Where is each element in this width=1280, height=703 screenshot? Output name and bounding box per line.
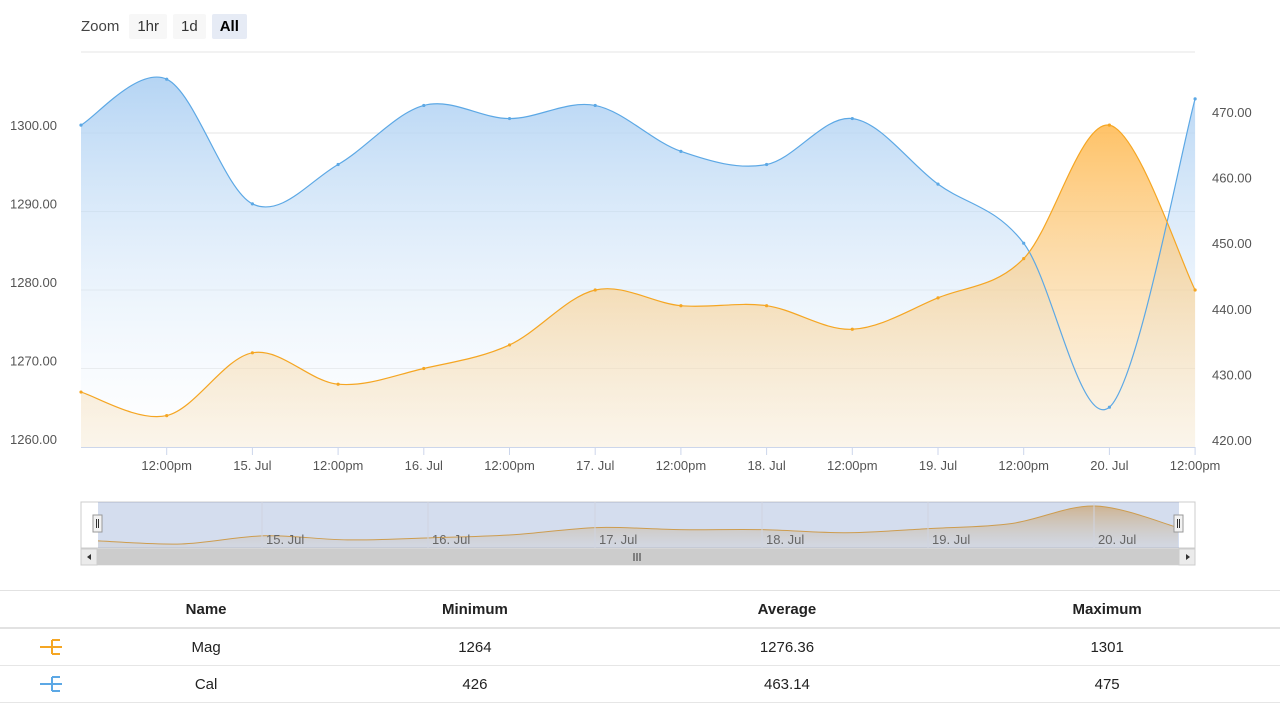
cal-point [79,123,83,127]
cal-point [1107,405,1111,409]
x-tick-label: 12:00pm [827,458,878,473]
x-tick-label: 17. Jul [576,458,614,473]
navigator-left-handle[interactable] [92,514,103,533]
mag-point [765,304,769,308]
header-maximum: Maximum [934,590,1280,629]
row-max: 475 [934,665,1280,703]
header-average: Average [639,590,935,629]
cal-point [422,103,426,108]
mag-point [679,304,683,308]
table-header-row: Name Minimum Average Maximum [0,590,1280,629]
x-tick-label: 19. Jul [919,458,957,473]
navigator-label: 15. Jul [266,532,304,547]
cal-point [250,202,254,206]
chart: 12:00pm 15. Jul 12:00pm 16. Jul 12:00pm 17. J… [10,51,1252,566]
mag-point [79,390,83,394]
mag-point [422,366,426,371]
cal-point [850,116,854,121]
x-tick-label: 12:00pm [141,458,192,473]
header-name: Name [102,590,311,629]
y-right-tick-label: 420.00 [1212,433,1252,448]
cal-point [1022,241,1026,245]
x-tick-label: 12:00pm [313,458,364,473]
x-tick-label: 20. Jul [1090,458,1128,473]
cal-point [507,116,512,121]
x-tick-label: 12:00pm [998,458,1049,473]
scrollbar-thumb [97,549,1179,565]
row-max: 1301 [934,628,1280,666]
y-right-tick-label: 450.00 [1212,236,1252,251]
y-right-tick-label: 440.00 [1212,302,1252,317]
x-tick-label: 12:00pm [1170,458,1221,473]
mag-point [593,288,597,292]
navigator-label: 19. Jul [932,532,970,547]
x-tick-label: 12:00pm [484,458,535,473]
mag-point [165,414,169,418]
y-left-tick-label: 1270.00 [10,354,57,369]
cal-point [336,162,340,167]
cal-point [679,149,683,153]
header-minimum: Minimum [310,590,640,629]
row-avg: 463.14 [639,665,935,703]
mag-point [936,296,940,300]
y-left-tick-label: 1280.00 [10,275,57,290]
x-tick-label: 18. Jul [747,458,785,473]
y-right-tick-label: 430.00 [1212,367,1252,382]
x-tick-label: 15. Jul [233,458,271,473]
mag-point [1022,257,1026,261]
row-min: 1264 [310,628,640,666]
table-row: Mag 1264 1276.36 1301 [0,628,1280,666]
table-row: Cal 426 463.14 475 [0,665,1280,703]
cal-point [765,162,769,167]
mag-point [1193,288,1197,292]
blue-series-icon [40,676,62,692]
row-name: Mag [102,628,311,666]
row-avg: 1276.36 [639,628,935,666]
navigator-label: 20. Jul [1098,532,1136,547]
navigator-label: 17. Jul [599,532,637,547]
mag-point [507,343,512,347]
y-right-tick-label: 470.00 [1212,105,1252,120]
cal-point [936,182,940,186]
row-min: 426 [310,665,640,703]
navigator-mask [98,502,1179,548]
x-tick-label: 12:00pm [656,458,707,473]
orange-series-icon [40,639,62,655]
y-left-tick-label: 1300.00 [10,118,57,133]
stats-table: Name Minimum Average Maximum Mag 1264 12… [0,590,1280,703]
y-left-tick-label: 1290.00 [10,197,57,212]
cal-point [165,77,169,81]
y-left-tick-label: 1260.00 [10,432,57,447]
x-tick-label: 16. Jul [405,458,443,473]
navigator-label: 16. Jul [432,532,470,547]
cal-point [593,103,597,108]
mag-point [336,382,340,386]
mag-point [1107,123,1111,127]
y-right-tick-label: 460.00 [1212,171,1252,186]
navigator-label: 18. Jul [766,532,804,547]
cal-point [1193,97,1197,101]
navigator-scrollbar[interactable] [80,548,1196,566]
mag-point [850,327,854,331]
mag-point [250,351,254,355]
row-name: Cal [102,665,311,703]
navigator-right-handle[interactable] [1173,514,1184,533]
header-icon-col [0,590,102,629]
